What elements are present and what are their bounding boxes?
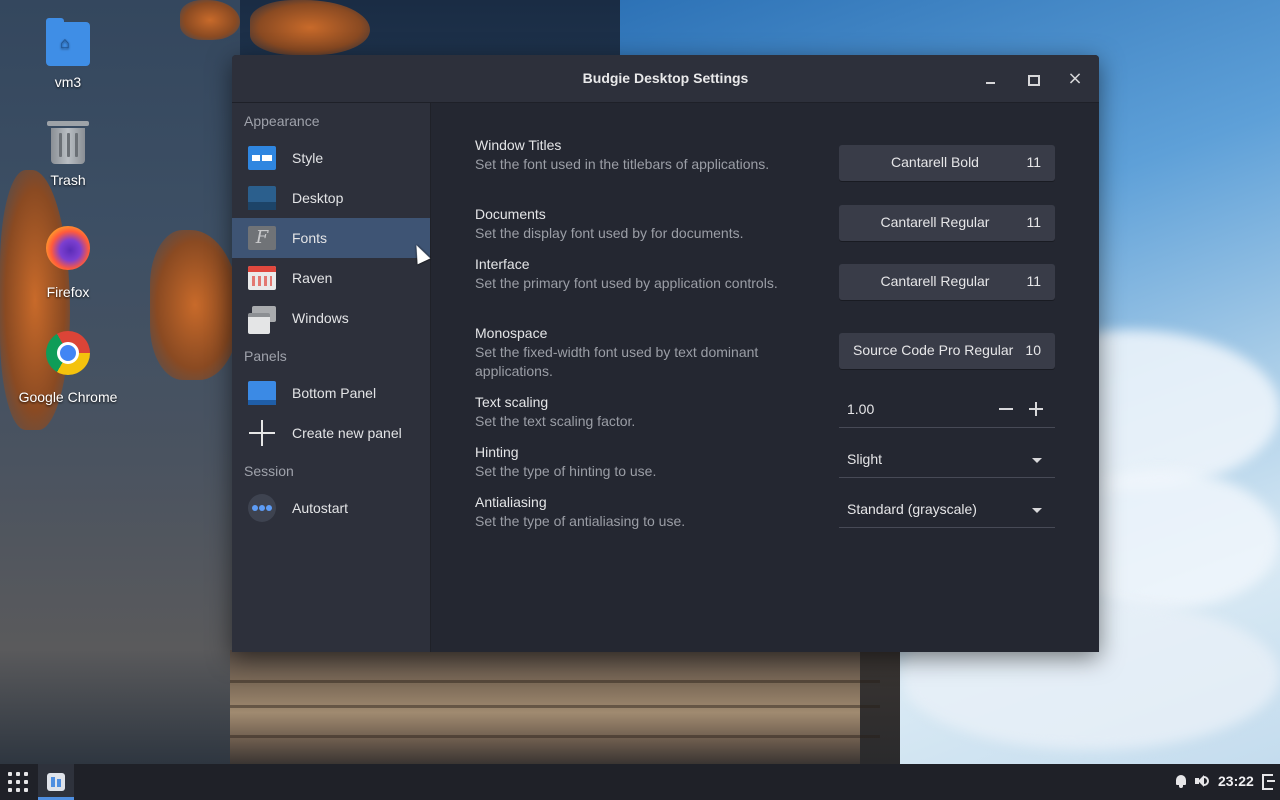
window-titles-font-button[interactable]: Cantarell Bold 11 [839,145,1055,181]
antialiasing-value: Standard (grayscale) [847,501,977,517]
sidebar: Appearance Style Desktop F Fonts Raven W… [232,103,431,652]
sidebar-heading-panels: Panels [244,348,287,364]
trash-icon [47,121,89,164]
desktop-icon-label: Trash [50,172,86,188]
chevron-down-icon [1032,508,1042,513]
sidebar-item-create-panel[interactable]: Create new panel [232,413,430,453]
hinting-dropdown[interactable]: Slight [839,442,1055,478]
setting-title: Text scaling [475,394,549,410]
window-title: Budgie Desktop Settings [582,70,749,86]
font-name: Cantarell Regular [880,273,990,289]
font-size: 11 [1026,273,1041,289]
documents-font-button[interactable]: Cantarell Regular 11 [839,205,1055,241]
panel-icon [248,381,276,405]
font-name: Cantarell Regular [880,214,990,230]
close-button[interactable]: × [1065,69,1085,89]
setting-description: Set the type of antialiasing to use. [475,513,686,529]
text-scaling-spinbutton[interactable]: 1.00 [839,392,1055,428]
clock[interactable]: 23:22 [1218,773,1254,789]
plus-icon [248,420,276,446]
font-size: 11 [1026,214,1041,230]
setting-description: Set the primary font used by application… [475,275,778,291]
monospace-font-button[interactable]: Source Code Pro Regular 10 [839,333,1055,369]
sidebar-item-autostart[interactable]: Autostart [232,488,430,528]
setting-title: Antialiasing [475,494,547,510]
setting-title: Window Titles [475,137,562,153]
logout-icon[interactable] [1262,774,1276,790]
chrome-icon [46,331,90,375]
fonts-panel: Window Titles Set the font used in the t… [431,103,1099,652]
sidebar-item-label: Autostart [292,500,349,516]
antialiasing-dropdown[interactable]: Standard (grayscale) [839,492,1055,528]
settings-app-icon [47,773,65,791]
maximize-button[interactable] [1023,69,1043,89]
desktop-icon-chrome[interactable]: Google Chrome [0,331,136,405]
setting-title: Monospace [475,325,548,341]
setting-description: Set the fixed-width font used by text do… [475,344,759,379]
notification-bell-icon[interactable] [1174,774,1188,788]
desktop-icon-label: Firefox [46,284,90,300]
setting-description: Set the font used in the titlebars of ap… [475,156,770,172]
setting-title: Hinting [475,444,519,460]
font-size: 10 [1025,342,1041,358]
sidebar-item-label: Bottom Panel [292,385,377,401]
hinting-value: Slight [847,451,883,467]
decrease-icon[interactable] [999,408,1013,410]
sidebar-item-label: Desktop [292,190,344,206]
settings-window: Budgie Desktop Settings × Appearance Sty… [232,55,1099,652]
desktop-icon-trash[interactable]: Trash [0,121,136,188]
sidebar-heading-session: Session [244,463,294,479]
sidebar-item-fonts[interactable]: F Fonts [232,218,430,258]
volume-icon[interactable] [1194,774,1209,788]
desktop-icon-label: vm3 [54,74,82,90]
desktop-icon-firefox[interactable]: Firefox [0,226,136,300]
setting-description: Set the text scaling factor. [475,413,636,429]
desktop-icon-vm3[interactable]: ⌂ vm3 [0,18,136,90]
sidebar-item-bottom-panel[interactable]: Bottom Panel [232,373,430,413]
increase-icon[interactable] [1029,402,1043,416]
interface-font-button[interactable]: Cantarell Regular 11 [839,264,1055,300]
titlebar[interactable]: Budgie Desktop Settings × [232,55,1099,103]
windows-icon [248,306,276,334]
desktop-icon [248,186,276,210]
app-menu-icon[interactable] [8,772,28,792]
font-size: 11 [1026,154,1041,170]
sidebar-item-label: Style [292,150,324,166]
firefox-icon [46,226,90,270]
setting-description: Set the type of hinting to use. [475,463,657,479]
sidebar-item-label: Fonts [292,230,328,246]
taskbar-app-settings[interactable] [38,764,74,800]
sidebar-item-label: Windows [292,310,349,326]
sidebar-item-label: Raven [292,270,333,286]
sidebar-item-style[interactable]: Style [232,138,430,178]
sidebar-item-label: Create new panel [292,425,402,441]
style-icon [248,146,276,170]
desktop-icon-label: Google Chrome [18,389,118,405]
autostart-icon [248,494,276,522]
setting-description: Set the display font used by for documen… [475,225,744,241]
raven-icon [248,266,276,290]
sidebar-item-windows[interactable]: Windows [232,298,430,338]
sidebar-item-raven[interactable]: Raven [232,258,430,298]
font-name: Cantarell Bold [891,154,979,170]
fonts-icon: F [248,226,276,250]
text-scaling-value: 1.00 [847,401,875,417]
sidebar-heading-appearance: Appearance [244,113,320,129]
chevron-down-icon [1032,458,1042,463]
home-folder-icon: ⌂ [46,18,90,66]
bottom-panel: 23:22 [0,764,1280,800]
minimize-button[interactable] [981,69,1001,89]
sidebar-item-desktop[interactable]: Desktop [232,178,430,218]
setting-title: Documents [475,206,546,222]
font-name: Source Code Pro Regular [853,342,1014,358]
setting-title: Interface [475,256,530,272]
